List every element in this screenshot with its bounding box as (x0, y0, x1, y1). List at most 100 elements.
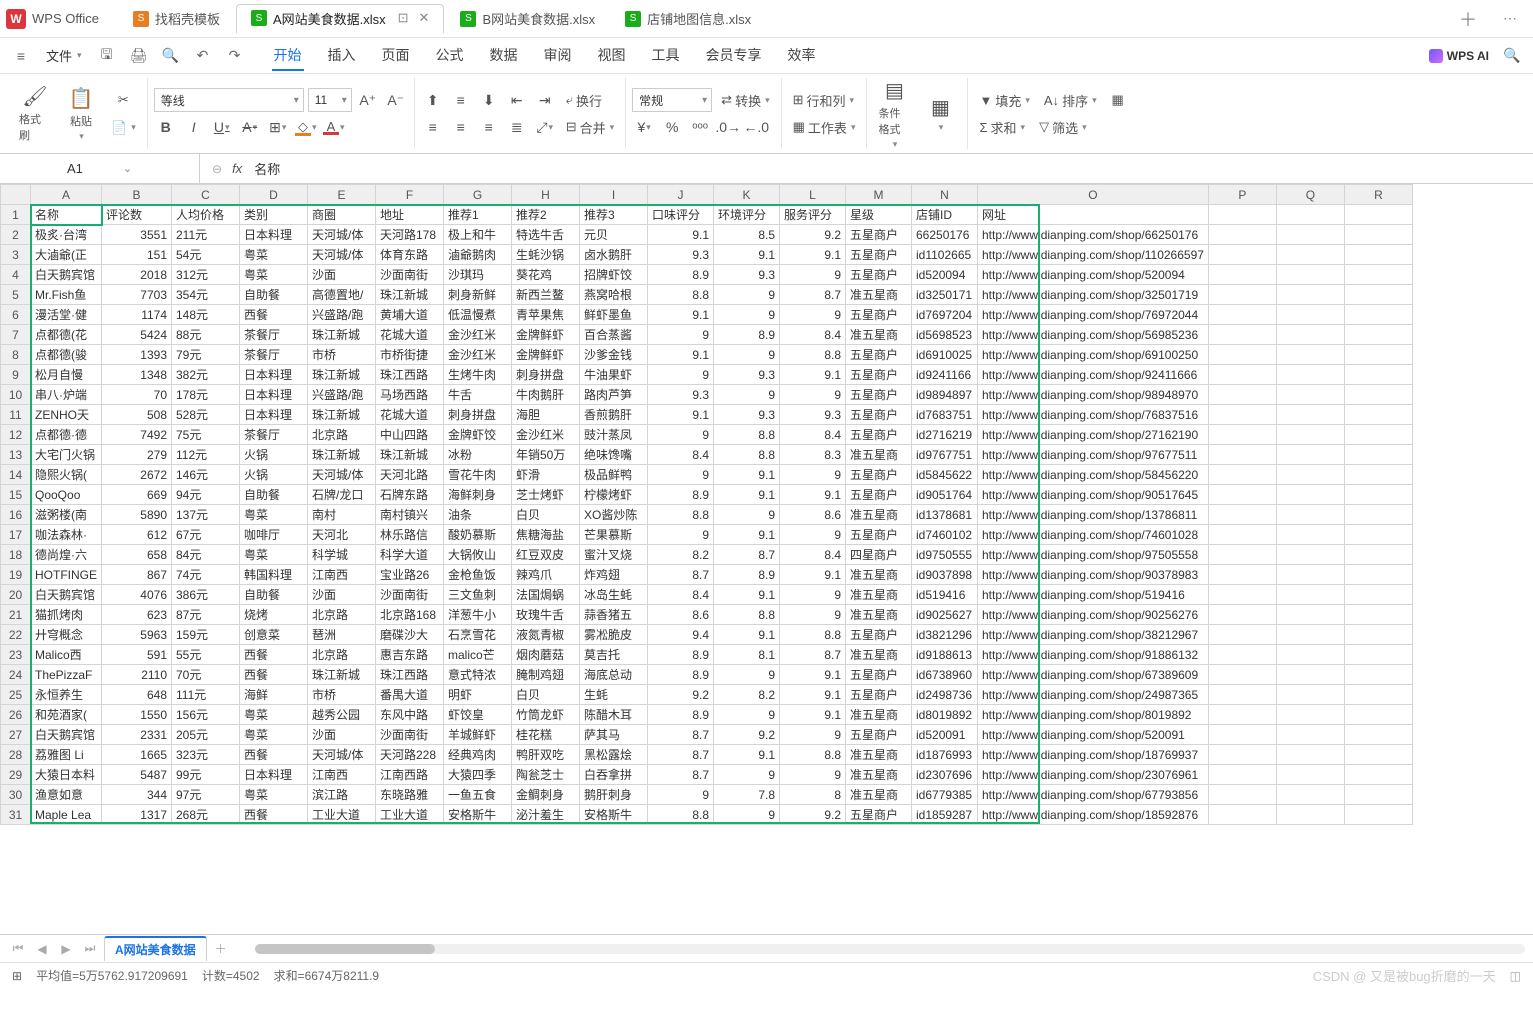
cell[interactable] (1208, 425, 1276, 445)
row-header[interactable]: 31 (1, 805, 31, 825)
border-button[interactable]: ⊞▾ (266, 115, 290, 139)
cell[interactable]: 海胆 (512, 405, 580, 425)
cell[interactable]: 111元 (172, 685, 240, 705)
cell[interactable]: 东晓路雅 (376, 785, 444, 805)
cell[interactable] (1208, 485, 1276, 505)
cell[interactable]: 低温慢煮 (444, 305, 512, 325)
cell[interactable]: 元贝 (580, 225, 648, 245)
cell[interactable]: http://www.dianping.com/shop/18769937 (978, 745, 1209, 765)
cell[interactable]: id1876993 (912, 745, 978, 765)
fill-button[interactable]: ▼ 填充▾ (974, 88, 1034, 112)
add-sheet-button[interactable]: ＋ (211, 940, 231, 957)
row-header[interactable]: 22 (1, 625, 31, 645)
cell[interactable]: 串八·炉端 (31, 385, 102, 405)
cell[interactable]: 白吞拿拼 (580, 765, 648, 785)
cell[interactable]: 珠江新城 (376, 285, 444, 305)
cell[interactable]: 66250176 (912, 225, 978, 245)
cell[interactable]: 北京路168 (376, 605, 444, 625)
cell[interactable]: 67元 (172, 525, 240, 545)
cell[interactable]: 市桥街捷 (376, 345, 444, 365)
cell[interactable] (1276, 365, 1344, 385)
copy-button[interactable]: 📄▾ (106, 116, 141, 140)
cell[interactable] (1208, 545, 1276, 565)
cell[interactable]: 青苹果焦 (512, 305, 580, 325)
cell[interactable] (1276, 525, 1344, 545)
cell[interactable]: 8.8 (714, 605, 780, 625)
cell[interactable]: 8.9 (648, 705, 714, 725)
cell[interactable] (1344, 645, 1412, 665)
cell[interactable]: http://www.dianping.com/shop/91886132 (978, 645, 1209, 665)
cell[interactable]: 四星商户 (846, 545, 912, 565)
merge-button[interactable]: ⊟ 合并▾ (561, 115, 619, 139)
cell[interactable]: 146元 (172, 465, 240, 485)
row-header[interactable]: 2 (1, 225, 31, 245)
cell[interactable]: 75元 (172, 425, 240, 445)
cell[interactable]: http://www.dianping.com/shop/23076961 (978, 765, 1209, 785)
cell[interactable]: 粤菜 (240, 785, 308, 805)
cell[interactable]: 大猿四季 (444, 765, 512, 785)
cell[interactable] (1208, 805, 1276, 825)
cell[interactable]: 8.7 (714, 545, 780, 565)
cell[interactable]: 白贝 (512, 505, 580, 525)
cell[interactable]: 海鲜 (240, 685, 308, 705)
cell[interactable]: 9.1 (714, 585, 780, 605)
cell[interactable]: id9188613 (912, 645, 978, 665)
cell[interactable]: id520091 (912, 725, 978, 745)
currency-button[interactable]: ¥▾ (632, 115, 656, 139)
cell[interactable]: 酸奶慕斯 (444, 525, 512, 545)
row-header[interactable]: 5 (1, 285, 31, 305)
cell[interactable]: 虾滑 (512, 465, 580, 485)
cell[interactable]: id1859287 (912, 805, 978, 825)
row-header[interactable]: 9 (1, 365, 31, 385)
cell[interactable]: 一鱼五食 (444, 785, 512, 805)
cell[interactable]: 8.9 (648, 265, 714, 285)
title-tab[interactable]: SB网站美食数据.xlsx (446, 4, 609, 34)
cell[interactable]: 79元 (172, 345, 240, 365)
cell[interactable]: 9.1 (648, 305, 714, 325)
cell[interactable]: 路肉芦笋 (580, 385, 648, 405)
cell[interactable]: 9 (714, 505, 780, 525)
cell[interactable] (1344, 385, 1412, 405)
cell[interactable]: 9.2 (714, 725, 780, 745)
cell[interactable]: 科学大道 (376, 545, 444, 565)
cell[interactable]: 准五星商 (846, 285, 912, 305)
cell[interactable] (1276, 725, 1344, 745)
indent-dec-button[interactable]: ⇤ (505, 88, 529, 112)
cell[interactable]: 156元 (172, 705, 240, 725)
cell[interactable]: 9.1 (648, 405, 714, 425)
cell[interactable]: 8.3 (780, 445, 846, 465)
cell[interactable]: 越秀公园 (308, 705, 376, 725)
scroll-thumb[interactable] (255, 944, 435, 954)
cell[interactable]: 8.6 (780, 505, 846, 525)
cell[interactable] (1208, 765, 1276, 785)
cell[interactable]: http://www.dianping.com/shop/98948970 (978, 385, 1209, 405)
col-header[interactable]: M (846, 185, 912, 205)
col-header[interactable]: Q (1276, 185, 1344, 205)
cell[interactable]: http://www.dianping.com/shop/520094 (978, 265, 1209, 285)
cell[interactable]: id9894897 (912, 385, 978, 405)
cell[interactable] (1208, 525, 1276, 545)
search-icon[interactable]: 🔍 (1501, 45, 1523, 67)
cell[interactable]: http://www.dianping.com/shop/97677511 (978, 445, 1209, 465)
cell[interactable]: malico芒 (444, 645, 512, 665)
cell[interactable]: 94元 (172, 485, 240, 505)
cell[interactable]: 8 (780, 785, 846, 805)
cell[interactable]: 茶餐厅 (240, 345, 308, 365)
cell[interactable]: id8019892 (912, 705, 978, 725)
cell[interactable]: 准五星商 (846, 785, 912, 805)
cell[interactable]: 珠江新城 (308, 365, 376, 385)
cell[interactable]: 9 (780, 605, 846, 625)
cell[interactable] (1208, 225, 1276, 245)
cell[interactable]: 牛油果虾 (580, 365, 648, 385)
cell[interactable]: 三文鱼刺 (444, 585, 512, 605)
cell[interactable]: 9 (714, 765, 780, 785)
col-header[interactable]: I (580, 185, 648, 205)
cell[interactable]: 玫瑰牛舌 (512, 605, 580, 625)
cell[interactable]: id5698523 (912, 325, 978, 345)
cell[interactable]: 天河路178 (376, 225, 444, 245)
cell[interactable]: 创意菜 (240, 625, 308, 645)
cell[interactable]: 沙琪玛 (444, 265, 512, 285)
cell[interactable]: 669 (102, 485, 172, 505)
cell[interactable]: 70 (102, 385, 172, 405)
cell[interactable]: 8.9 (714, 325, 780, 345)
